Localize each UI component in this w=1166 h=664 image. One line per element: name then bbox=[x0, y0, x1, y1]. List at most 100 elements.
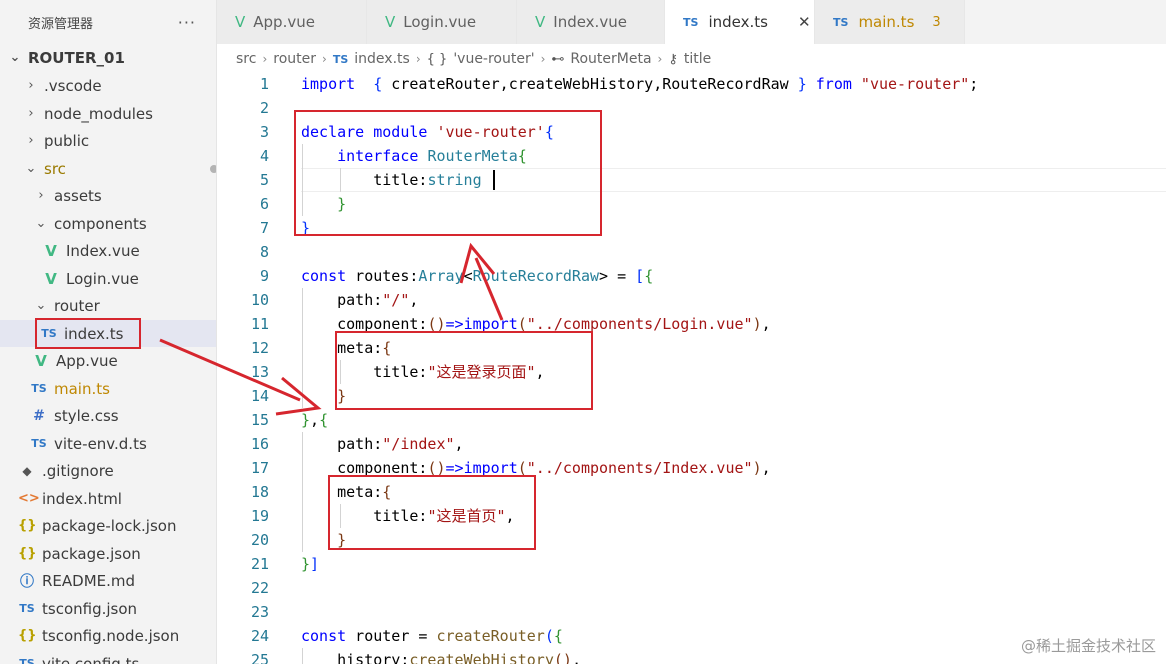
breadcrumb-item[interactable]: src bbox=[236, 51, 256, 67]
tree-item-index-vue[interactable]: V Index.vue bbox=[0, 237, 216, 264]
tree-item-vite-env[interactable]: TS vite-env.d.ts bbox=[0, 430, 216, 457]
breadcrumb: src › router › TS index.ts › { } 'vue-ro… bbox=[236, 48, 711, 70]
line-number: 2 bbox=[259, 99, 269, 117]
tree-item-label: Index.vue bbox=[66, 241, 140, 260]
vue-file-icon: V bbox=[45, 241, 57, 260]
tree-item-components[interactable]: ⌄ components bbox=[0, 210, 216, 237]
breadcrumb-item[interactable]: router bbox=[273, 51, 316, 67]
tree-item-package-lock[interactable]: {} package-lock.json bbox=[0, 512, 216, 539]
line-number: 13 bbox=[250, 363, 269, 381]
chevron-right-icon: › bbox=[28, 78, 34, 93]
tree-item-label: App.vue bbox=[56, 351, 118, 370]
chevron-down-icon: ⌄ bbox=[9, 50, 21, 65]
line-number: 9 bbox=[259, 267, 269, 285]
tree-item-app-vue[interactable]: V App.vue bbox=[0, 347, 216, 374]
breadcrumb-item[interactable]: 'vue-router' bbox=[453, 51, 534, 67]
typescript-file-icon: TS bbox=[833, 15, 849, 29]
tree-item-src[interactable]: ⌄ src bbox=[0, 155, 216, 182]
tree-item-label: assets bbox=[54, 186, 102, 205]
project-name: ROUTER_01 bbox=[28, 48, 125, 67]
code-line: path:"/", bbox=[301, 291, 419, 309]
line-number: 20 bbox=[250, 531, 269, 549]
chevron-down-icon: ⌄ bbox=[35, 298, 47, 313]
tree-item-label: main.ts bbox=[54, 379, 110, 398]
tree-item-style-css[interactable]: # style.css bbox=[0, 402, 216, 429]
tab-app-vue[interactable]: V App.vue bbox=[217, 0, 367, 44]
tree-item-login-vue[interactable]: V Login.vue bbox=[0, 265, 216, 292]
tree-item-label: .gitignore bbox=[42, 461, 114, 480]
line-number: 21 bbox=[250, 555, 269, 573]
tree-item-label: vite.config.ts bbox=[42, 654, 140, 664]
chevron-right-icon: › bbox=[540, 52, 546, 66]
code-line: }] bbox=[301, 555, 320, 573]
tree-item-label: tsconfig.json bbox=[42, 599, 138, 618]
tree-item-label: package.json bbox=[42, 544, 141, 563]
chevron-down-icon: ⌄ bbox=[35, 216, 47, 231]
tab-label: Login.vue bbox=[403, 13, 477, 31]
line-number: 5 bbox=[259, 171, 269, 189]
braces-icon: { } bbox=[426, 51, 448, 67]
line-number: 12 bbox=[250, 339, 269, 357]
tree-item-index-html[interactable]: <> index.html bbox=[0, 485, 216, 512]
tree-item-tsconfig[interactable]: TS tsconfig.json bbox=[0, 595, 216, 622]
tab-main-ts[interactable]: TS main.ts 3 bbox=[815, 0, 965, 44]
explorer-header: 资源管理器 ··· bbox=[0, 0, 216, 44]
vue-file-icon: V bbox=[35, 351, 47, 370]
tree-item-main-ts[interactable]: TS main.ts 3 bbox=[0, 375, 216, 402]
tree-item-label: router bbox=[54, 296, 100, 315]
breadcrumb-item[interactable]: RouterMeta bbox=[570, 51, 651, 67]
tab-index-vue[interactable]: V Index.vue bbox=[517, 0, 665, 44]
breadcrumb-item[interactable]: title bbox=[684, 51, 711, 67]
code-line: path:"/index", bbox=[301, 435, 464, 453]
tree-item-label: vite-env.d.ts bbox=[54, 434, 147, 453]
annotation-box-declare-module bbox=[294, 110, 602, 236]
tree-item-node-modules[interactable]: › node_modules bbox=[0, 100, 216, 127]
property-icon: ⚷ bbox=[668, 51, 678, 67]
tab-login-vue[interactable]: V Login.vue bbox=[367, 0, 517, 44]
code-line: const routes:Array<RouteRecordRaw> = [{ bbox=[301, 267, 654, 285]
chevron-right-icon: › bbox=[28, 106, 34, 121]
explorer-title: 资源管理器 bbox=[28, 16, 94, 32]
tab-index-ts[interactable]: TS index.ts ✕ bbox=[665, 0, 815, 44]
tree-item-gitignore[interactable]: ◆ .gitignore bbox=[0, 457, 216, 484]
json-file-icon: {} bbox=[18, 518, 37, 533]
annotation-box-meta-index bbox=[328, 475, 536, 550]
html-file-icon: <> bbox=[18, 491, 40, 506]
chevron-right-icon: › bbox=[38, 188, 44, 203]
more-actions-icon[interactable]: ··· bbox=[178, 13, 196, 32]
line-number: 18 bbox=[250, 483, 269, 501]
tree-item-public[interactable]: › public bbox=[0, 127, 216, 154]
line-number: 24 bbox=[250, 627, 269, 645]
chevron-down-icon: ⌄ bbox=[25, 161, 37, 176]
line-number: 10 bbox=[250, 291, 269, 309]
tree-item-label: components bbox=[54, 214, 147, 233]
typescript-file-icon: TS bbox=[332, 52, 349, 66]
breadcrumb-item[interactable]: index.ts bbox=[354, 51, 410, 67]
line-number: 7 bbox=[259, 219, 269, 237]
vue-file-icon: V bbox=[385, 13, 396, 31]
line-number: 8 bbox=[259, 243, 269, 261]
annotation-box-meta-login bbox=[335, 331, 593, 410]
code-line: const router = createRouter({ bbox=[301, 627, 563, 645]
line-number: 16 bbox=[250, 435, 269, 453]
tree-item-router[interactable]: ⌄ router bbox=[0, 292, 216, 319]
project-root[interactable]: ⌄ ROUTER_01 bbox=[0, 44, 216, 71]
modified-dot-icon bbox=[210, 164, 216, 173]
tree-item-label: tsconfig.node.json bbox=[42, 626, 180, 645]
tree-item-readme[interactable]: ⓘ README.md bbox=[0, 567, 216, 594]
close-icon[interactable]: ✕ bbox=[798, 13, 811, 31]
json-file-icon: {} bbox=[18, 628, 37, 643]
tree-item-vite-config[interactable]: TS vite.config.ts bbox=[0, 650, 216, 664]
tree-item-vscode[interactable]: › .vscode bbox=[0, 72, 216, 99]
tree-item-label: index.html bbox=[42, 489, 122, 508]
editor-tab-bar: V App.vue V Login.vue V Index.vue TS ind… bbox=[217, 0, 1166, 44]
problem-count-badge: 3 bbox=[932, 14, 941, 30]
info-file-icon: ⓘ bbox=[20, 573, 34, 590]
tree-item-package-json[interactable]: {} package.json bbox=[0, 540, 216, 567]
tree-item-label: Login.vue bbox=[66, 269, 139, 288]
tree-item-assets[interactable]: › assets bbox=[0, 182, 216, 209]
line-number: 4 bbox=[259, 147, 269, 165]
chevron-right-icon: › bbox=[262, 52, 268, 66]
code-line: },{ bbox=[301, 411, 329, 429]
tree-item-tsconfig-node[interactable]: {} tsconfig.node.json bbox=[0, 622, 216, 649]
